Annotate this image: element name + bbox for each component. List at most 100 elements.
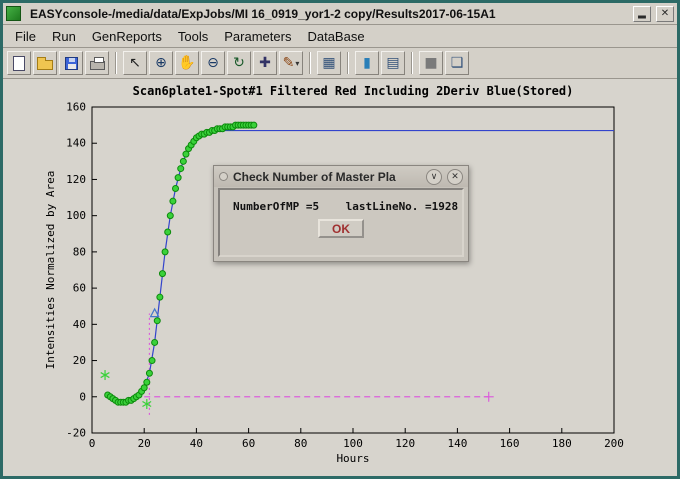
filtered-intensity-markers	[170, 198, 176, 204]
filtered-intensity-markers	[157, 294, 163, 300]
y-tick-label: 100	[66, 209, 86, 222]
y-tick-label: 80	[73, 245, 86, 258]
x-tick-label: 160	[500, 437, 520, 450]
edit-cursor-icon: ↖	[129, 56, 141, 70]
show-plot-tools-button[interactable]: ❏	[445, 51, 469, 75]
insert-colorbar-icon: ▮	[363, 56, 371, 70]
menu-genreports[interactable]: GenReports	[84, 27, 170, 46]
toolbar-separator	[309, 52, 311, 74]
zoom-in-button[interactable]: ⊕	[149, 51, 173, 75]
hide-plot-tools-button[interactable]: ■	[419, 51, 443, 75]
save-figure-icon	[65, 57, 78, 70]
filtered-intensity-markers	[173, 186, 179, 192]
window-title: EASYconsole-/media/data/ExpJobs/MI 16_09…	[24, 7, 628, 21]
dialog-shade-button[interactable]: ∨	[426, 169, 442, 185]
filtered-intensity-markers	[149, 358, 155, 364]
menu-database[interactable]: DataBase	[299, 27, 372, 46]
filtered-intensity-markers	[159, 271, 165, 277]
y-tick-label: 0	[79, 390, 86, 403]
y-tick-label: 120	[66, 173, 86, 186]
y-tick-label: -20	[66, 427, 86, 440]
hide-plot-tools-icon: ■	[424, 56, 437, 70]
x-tick-label: 200	[604, 437, 624, 450]
menu-parameters[interactable]: Parameters	[216, 27, 299, 46]
open-file-button[interactable]	[33, 51, 57, 75]
y-tick-label: 140	[66, 137, 86, 150]
dialog-message: NumberOfMP =5 lastLineNo. =1928	[220, 190, 462, 213]
show-plot-tools-icon: ❏	[451, 56, 464, 70]
y-tick-label: 40	[73, 318, 86, 331]
app-window: EASYconsole-/media/data/ExpJobs/MI 16_09…	[0, 0, 680, 479]
rotate-3d-button[interactable]: ↻	[227, 51, 251, 75]
save-figure-button[interactable]	[59, 51, 83, 75]
toolbar-separator	[115, 52, 117, 74]
brush-icon: ✎	[283, 56, 295, 70]
brush-button[interactable]: ✎▾	[279, 51, 303, 75]
ok-button[interactable]: OK	[318, 219, 364, 238]
toolbar: ↖ ⊕ ✋ ⊖ ↻ ✚ ✎▾ ▦ ▮ ▤ ■ ❏	[3, 48, 677, 79]
x-tick-label: 100	[343, 437, 363, 450]
filtered-intensity-markers	[152, 339, 158, 345]
pan-hand-icon: ✋	[178, 56, 195, 70]
rotate-3d-icon: ↻	[233, 56, 245, 70]
dialog-close-button[interactable]: ✕	[447, 169, 463, 185]
dialog-titlebar[interactable]: Check Number of Master Pla ∨ ✕	[214, 166, 468, 187]
dialog-title: Check Number of Master Pla	[233, 170, 421, 184]
x-tick-label: 80	[294, 437, 307, 450]
filtered-intensity-markers	[180, 158, 186, 164]
insert-legend-button[interactable]: ▤	[381, 51, 405, 75]
y-tick-label: 160	[66, 101, 86, 114]
brush-dropdown-icon[interactable]: ▾	[295, 59, 299, 68]
y-tick-label: 60	[73, 282, 86, 295]
filtered-intensity-markers	[144, 379, 150, 385]
minimize-button[interactable]: ▂	[633, 6, 651, 22]
insert-legend-icon: ▤	[386, 56, 399, 70]
dialog-check-number-of-master-plates: Check Number of Master Pla ∨ ✕ NumberOfM…	[213, 165, 469, 262]
x-axis-label: Hours	[336, 452, 369, 465]
link-plots-button[interactable]: ▦	[317, 51, 341, 75]
figure-area: 020406080100120140160180200-200204060801…	[3, 79, 677, 476]
dialog-body: NumberOfMP =5 lastLineNo. =1928 OK	[218, 188, 464, 257]
filtered-intensity-markers	[175, 175, 181, 181]
filtered-intensity-markers	[167, 213, 173, 219]
filtered-intensity-markers	[251, 122, 257, 128]
chart-canvas: 020406080100120140160180200-200204060801…	[3, 79, 677, 475]
y-tick-label: 20	[73, 354, 86, 367]
edit-cursor-button[interactable]: ↖	[123, 51, 147, 75]
filtered-intensity-markers	[162, 249, 168, 255]
chart-title: Scan6plate1-Spot#1 Filtered Red Includin…	[133, 84, 574, 98]
x-tick-label: 180	[552, 437, 572, 450]
plot-box	[92, 107, 614, 433]
filtered-intensity-markers	[178, 166, 184, 172]
dialog-menu-icon[interactable]	[219, 172, 228, 181]
zoom-in-icon: ⊕	[155, 56, 167, 70]
filtered-intensity-markers	[154, 318, 160, 324]
x-tick-label: 60	[242, 437, 255, 450]
zoom-out-icon: ⊖	[207, 56, 219, 70]
toolbar-separator	[347, 52, 349, 74]
y-axis-label: Intensities Normalized by Area	[44, 171, 57, 370]
x-tick-label: 20	[138, 437, 151, 450]
menubar: FileRunGenReportsToolsParametersDataBase	[3, 25, 677, 48]
menu-file[interactable]: File	[7, 27, 44, 46]
titlebar[interactable]: EASYconsole-/media/data/ExpJobs/MI 16_09…	[3, 3, 677, 25]
x-tick-label: 140	[447, 437, 467, 450]
new-figure-icon	[13, 56, 25, 71]
filtered-intensity-markers	[165, 229, 171, 235]
app-icon	[6, 6, 21, 21]
menu-tools[interactable]: Tools	[170, 27, 216, 46]
link-plots-icon: ▦	[322, 56, 335, 70]
zoom-out-button[interactable]: ⊖	[201, 51, 225, 75]
x-tick-label: 0	[89, 437, 96, 450]
data-cursor-icon: ✚	[259, 56, 271, 70]
pan-hand-button[interactable]: ✋	[175, 51, 199, 75]
filtered-intensity-markers	[146, 370, 152, 376]
new-figure-button[interactable]	[7, 51, 31, 75]
close-button[interactable]: ✕	[656, 6, 674, 22]
insert-colorbar-button[interactable]: ▮	[355, 51, 379, 75]
menu-run[interactable]: Run	[44, 27, 84, 46]
print-figure-icon	[90, 61, 105, 70]
data-cursor-button[interactable]: ✚	[253, 51, 277, 75]
x-tick-label: 120	[395, 437, 415, 450]
print-figure-button[interactable]	[85, 51, 109, 75]
